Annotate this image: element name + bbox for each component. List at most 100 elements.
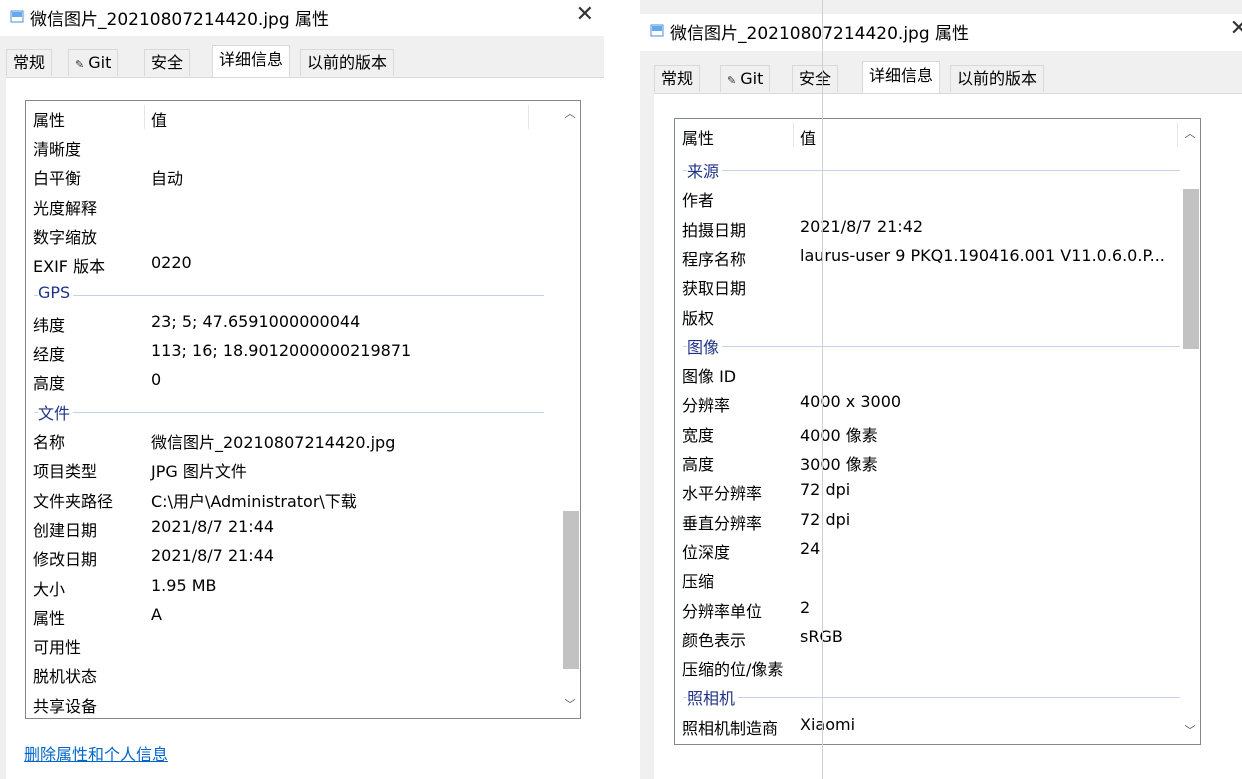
property-row[interactable]: 获取日期 (675, 272, 1180, 301)
property-row[interactable]: 压缩 (675, 565, 1180, 594)
column-header-name[interactable]: 属性 (682, 125, 714, 149)
group-header[interactable]: 照相机 (675, 682, 1193, 711)
property-value[interactable]: 0220 (151, 253, 192, 272)
property-value[interactable]: 1.95 MB (151, 576, 217, 595)
property-value[interactable]: C:\用户\Administrator\下载 (151, 488, 357, 512)
column-divider[interactable] (528, 105, 529, 129)
property-row[interactable]: 垂直分辨率 72 dpi (675, 507, 1180, 536)
tab-general[interactable]: 常规 (6, 49, 53, 76)
tab-previous-versions[interactable]: 以前的版本 (300, 49, 395, 76)
vertical-scrollbar[interactable]: ︿ ﹀ (560, 101, 580, 718)
property-row[interactable]: 水平分辨率 72 dpi (675, 477, 1180, 506)
property-row[interactable]: 版权 (675, 302, 1180, 331)
property-row[interactable]: 照相机制造商 Xiaomi (675, 712, 1180, 741)
property-row[interactable]: 宽度 4000 像素 (675, 419, 1180, 448)
property-row[interactable]: 程序名称 laurus-user 9 PKQ1.190416.001 V11.0.… (675, 243, 1180, 272)
group-header[interactable]: 来源 (675, 155, 1193, 184)
property-value[interactable]: 23; 5; 47.6591000000044 (151, 312, 360, 331)
property-value[interactable]: 4000 像素 (800, 422, 878, 446)
property-row[interactable]: 名称 微信图片_20210807214420.jpg (26, 426, 560, 455)
property-row[interactable]: 压缩的位/像素 (675, 653, 1180, 682)
property-row[interactable]: EXIF 版本 0220 (26, 250, 560, 279)
property-row[interactable]: 作者 (675, 184, 1180, 213)
property-value[interactable]: 2021/8/7 21:44 (151, 546, 274, 565)
property-value[interactable]: 自动 (151, 165, 183, 189)
chevron-up-icon[interactable]: ︿ (1180, 125, 1200, 145)
property-list[interactable]: 属性 值 来源 作者 拍摄日期 2021/8/7 21:42 程序名称 laurus-us… (674, 118, 1201, 745)
property-value[interactable]: laurus-user 9 PKQ1.190416.001 V11.0.6.0.… (800, 246, 1165, 265)
column-divider[interactable] (793, 123, 794, 147)
column-header-value[interactable]: 值 (800, 125, 816, 149)
group-divider (683, 170, 1193, 171)
property-row[interactable]: 可用性 (26, 631, 560, 660)
group-label: 文件 (38, 399, 74, 424)
close-icon[interactable]: ✕ (1230, 16, 1242, 41)
property-value[interactable]: 24 (800, 539, 820, 558)
property-row[interactable]: 图像 ID (675, 360, 1180, 389)
scrollbar-thumb[interactable] (563, 511, 579, 669)
tab-details[interactable]: 详细信息 (212, 45, 291, 77)
property-value[interactable]: 2021/8/7 21:44 (151, 517, 274, 536)
property-row[interactable]: 属性 A (26, 602, 560, 631)
property-value[interactable]: 微信图片_20210807214420.jpg (151, 429, 395, 453)
tab-security[interactable]: 安全 (144, 49, 191, 76)
remove-properties-link[interactable]: 删除属性和个人信息 (24, 741, 168, 765)
tab-label: 安全 (151, 53, 184, 72)
property-row[interactable]: 高度 3000 像素 (675, 448, 1180, 477)
property-row[interactable]: 光度解释 (26, 192, 560, 221)
property-row[interactable]: 高度 0 (26, 367, 560, 396)
column-header-value[interactable]: 值 (151, 107, 167, 131)
property-row[interactable]: 分辨率单位 2 (675, 595, 1180, 624)
chevron-down-icon[interactable]: ﹀ (1180, 722, 1200, 742)
property-row[interactable]: 修改日期 2021/8/7 21:44 (26, 543, 560, 572)
scrollbar-thumb[interactable] (1183, 189, 1199, 349)
tab-details[interactable]: 详细信息 (862, 61, 941, 93)
property-value[interactable]: 2021/8/7 21:42 (800, 217, 923, 236)
vertical-scrollbar[interactable]: ︿ ﹀ (1180, 119, 1200, 744)
property-row[interactable]: 位深度 24 (675, 536, 1180, 565)
property-name: 光度解释 (33, 198, 98, 218)
property-value[interactable]: 113; 16; 18.9012000000219871 (151, 341, 411, 360)
property-value[interactable]: 72 dpi (800, 480, 850, 499)
property-row[interactable]: 经度 113; 16; 18.9012000000219871 (26, 338, 560, 367)
property-row[interactable]: 纬度 23; 5; 47.6591000000044 (26, 309, 560, 338)
chevron-up-icon[interactable]: ︿ (560, 105, 580, 125)
group-header[interactable]: GPS (26, 280, 560, 309)
property-row[interactable]: 清晰度 (26, 133, 560, 162)
property-row[interactable]: 大小 1.95 MB (26, 573, 560, 602)
tab-previous-versions[interactable]: 以前的版本 (950, 65, 1045, 92)
property-row[interactable]: 数字缩放 (26, 221, 560, 250)
group-header[interactable]: 文件 (26, 397, 560, 426)
property-row[interactable]: 白平衡 自动 (26, 162, 560, 191)
property-list[interactable]: 属性 值 清晰度 白平衡 自动光度解释数字缩放 EXIF 版本 0220 GPS 纬度 23;… (25, 100, 581, 719)
file-icon (650, 24, 664, 37)
property-row[interactable]: 拍摄日期 2021/8/7 21:42 (675, 214, 1180, 243)
close-icon[interactable]: ✕ (576, 2, 594, 27)
property-row[interactable]: 创建日期 2021/8/7 21:44 (26, 514, 560, 543)
property-value[interactable]: 4000 x 3000 (800, 392, 901, 411)
column-divider[interactable] (144, 105, 145, 129)
property-value[interactable]: A (151, 605, 162, 624)
property-value[interactable]: 3000 像素 (800, 451, 878, 475)
property-value[interactable]: 2 (800, 598, 810, 617)
property-row[interactable]: 颜色表示sRGB (675, 624, 1180, 653)
property-value[interactable]: 0 (151, 370, 161, 389)
properties-dialog-right: 微信图片_20210807214420.jpg 属性 ✕ 常规 ✎ Git 安全 … (640, 0, 1242, 779)
group-header[interactable]: 图像 (675, 331, 1193, 360)
property-value[interactable]: JPG 图片文件 (151, 458, 247, 482)
tab-security[interactable]: 安全 (792, 65, 839, 92)
property-name: 高度 (33, 374, 66, 394)
property-row[interactable]: 文件夹路径 C:\用户\Administrator\下载 (26, 485, 560, 514)
property-value[interactable]: 72 dpi (800, 510, 850, 529)
property-row[interactable]: 共享设备 (26, 690, 560, 718)
chevron-down-icon[interactable]: ﹀ (560, 696, 580, 716)
tab-git[interactable]: ✎ Git (68, 49, 119, 76)
column-header-name[interactable]: 属性 (33, 107, 65, 131)
property-row[interactable]: 脱机状态 (26, 660, 560, 689)
property-value[interactable]: Xiaomi (800, 715, 855, 734)
property-row[interactable]: 分辨率 4000 x 3000 (675, 389, 1180, 418)
tab-git[interactable]: ✎ Git (720, 65, 771, 92)
property-row[interactable]: 项目类型 JPG 图片文件 (26, 455, 560, 484)
tab-general[interactable]: 常规 (654, 65, 701, 92)
column-divider[interactable] (1177, 123, 1178, 147)
